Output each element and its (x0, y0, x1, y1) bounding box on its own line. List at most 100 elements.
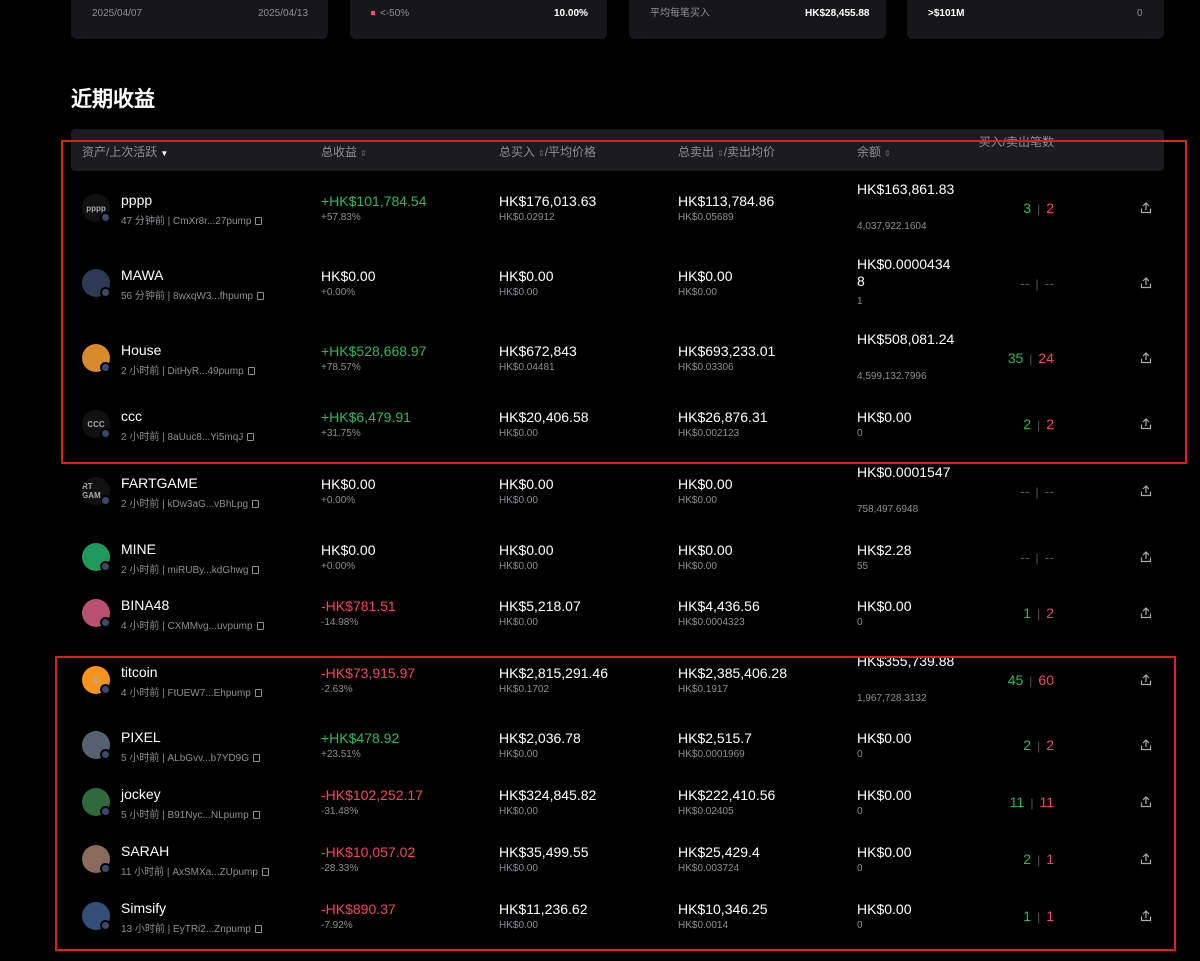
table-row[interactable]: PIXEL 5 小时前 | ALbGvv...b7YD9G +HK$478.92… (71, 715, 1164, 775)
share-icon[interactable] (1140, 853, 1152, 865)
token-name[interactable]: jockey (121, 786, 161, 802)
copy-icon[interactable] (247, 433, 255, 441)
table-row[interactable]: MINE 2 小时前 | miRUBy...kdGhwg HK$0.00 +0.… (71, 527, 1164, 587)
date-end: 2025/04/13 (258, 8, 309, 19)
avg-sell-price: HK$0.05689 (678, 212, 734, 223)
table-row[interactable]: jockey 5 小时前 | B91Nyc...NLpump -HK$102,2… (71, 772, 1164, 832)
token-name[interactable]: BINA48 (121, 597, 169, 613)
token-name[interactable]: FARTGAME (121, 475, 198, 491)
token-name[interactable]: PIXEL (121, 729, 161, 745)
share-icon[interactable] (1140, 674, 1152, 686)
market-cap-label: >$101M (928, 8, 965, 19)
balance: HK$0.00 (857, 844, 912, 860)
total-pnl: -HK$781.51 (321, 598, 396, 614)
total-bought: HK$5,218.07 (499, 598, 581, 614)
avg-sell-price: HK$0.002123 (678, 428, 740, 439)
trade-count: -- | -- (1020, 275, 1054, 291)
token-name[interactable]: MINE (121, 541, 156, 557)
table-row[interactable]: MAWA 56 分钟前 | 8wxqW3...fhpump HK$0.00 +0… (71, 253, 1164, 313)
sort-desc-icon: ▼ (160, 149, 169, 158)
trade-count: -- | -- (1020, 549, 1054, 565)
token-name[interactable]: pppp (121, 192, 152, 208)
copy-icon[interactable] (252, 566, 260, 574)
sell-count: 24 (1038, 350, 1054, 366)
copy-icon[interactable] (254, 925, 262, 933)
avg-buy-price: HK$0.00 (499, 428, 538, 439)
sell-count: 2 (1046, 200, 1054, 216)
balance: HK$0.00 (857, 901, 912, 917)
last-active: 5 小时前 | B91Nyc...NLpump (121, 806, 260, 821)
share-icon[interactable] (1140, 277, 1152, 289)
share-icon[interactable] (1140, 739, 1152, 751)
share-icon[interactable] (1140, 607, 1152, 619)
token-name[interactable]: ccc (121, 408, 142, 424)
buy-count: 1 (1023, 605, 1032, 621)
balance-amount: 4,599,132.7996 (857, 371, 927, 382)
table-row[interactable]: House 2 小时前 | DitHyR...49pump +HK$528,66… (71, 328, 1164, 388)
total-sold: HK$25,429.4 (678, 844, 760, 860)
table-row[interactable]: RT GAM FARTGAME 2 小时前 | kDw3aG...vBhLpg … (71, 461, 1164, 521)
copy-icon[interactable] (253, 754, 261, 762)
total-bought: HK$2,036.78 (499, 730, 581, 746)
table-row[interactable]: Simsify 13 小时前 | EyTRi2...Znpump -HK$890… (71, 886, 1164, 946)
balance-amount: 1,967,728.3132 (857, 693, 927, 704)
pnl-percent: +31.75% (321, 428, 361, 439)
total-sold: HK$0.00 (678, 542, 733, 558)
pnl-percent: +0.00% (321, 287, 356, 298)
chain-badge-icon (100, 287, 111, 298)
table-row[interactable]: SARAH 11 小时前 | AxSMXa...ZUpump -HK$10,05… (71, 829, 1164, 889)
total-sold: HK$10,346.25 (678, 901, 768, 917)
last-active: 13 小时前 | EyTRi2...Znpump (121, 920, 262, 935)
copy-icon[interactable] (261, 868, 269, 876)
token-name[interactable]: SARAH (121, 843, 169, 859)
token-name[interactable]: titcoin (121, 664, 158, 680)
share-icon[interactable] (1140, 551, 1152, 563)
header-pnl[interactable]: 总收益 ⇕ (321, 143, 367, 160)
total-bought: HK$0.00 (499, 268, 554, 284)
share-icon[interactable] (1140, 202, 1152, 214)
share-icon[interactable] (1140, 485, 1152, 497)
token-name[interactable]: MAWA (121, 267, 164, 283)
header-sold[interactable]: 总卖出 ⇕/卖出均价 (678, 143, 775, 160)
avg-buy-price: HK$0.04481 (499, 362, 555, 373)
last-active: 2 小时前 | kDw3aG...vBhLpg (121, 495, 260, 510)
copy-icon[interactable] (252, 811, 260, 819)
avg-buy-price: HK$0.00 (499, 920, 538, 931)
copy-icon[interactable] (256, 622, 264, 630)
sell-count: -- (1044, 275, 1054, 291)
token-name[interactable]: Simsify (121, 900, 166, 916)
chain-badge-icon (100, 561, 111, 572)
balance-amount: 0 (857, 806, 863, 817)
table-row[interactable]: pppp pppp 47 分钟前 | CmXr8r...27pump +HK$1… (71, 178, 1164, 238)
header-balance[interactable]: 余额 ⇕ (857, 143, 891, 160)
balance-amount: 758,497.6948 (857, 504, 919, 515)
chain-badge-icon (100, 806, 111, 817)
header-bought[interactable]: 总买入 ⇕/平均价格 (499, 143, 596, 160)
share-icon[interactable] (1140, 796, 1152, 808)
copy-icon[interactable] (257, 292, 265, 300)
date-start: 2025/04/07 (92, 8, 143, 19)
pnl-percent: +0.00% (321, 561, 356, 572)
avg-buy-price: HK$0.00 (499, 806, 538, 817)
pnl-percent: +78.57% (321, 362, 361, 373)
copy-icon[interactable] (252, 500, 260, 508)
avg-buy-price: HK$0.00 (499, 287, 538, 298)
share-icon[interactable] (1140, 418, 1152, 430)
sell-count: 1 (1046, 851, 1054, 867)
avg-sell-price: HK$0.02405 (678, 806, 734, 817)
share-icon[interactable] (1140, 910, 1152, 922)
copy-icon[interactable] (247, 367, 255, 375)
copy-icon[interactable] (255, 217, 263, 225)
sell-count: 60 (1038, 672, 1054, 688)
copy-icon[interactable] (254, 689, 262, 697)
share-icon[interactable] (1140, 352, 1152, 364)
token-name[interactable]: House (121, 342, 161, 358)
table-row[interactable]: ₿ titcoin 4 小时前 | FtUEW7...Ehpump -HK$73… (71, 650, 1164, 710)
sort-icon: ⇕ (360, 149, 367, 158)
table-row[interactable]: CCC ccc 2 小时前 | 8aUuc8...Yi5mqJ +HK$6,47… (71, 394, 1164, 454)
header-asset[interactable]: 资产/上次活跃 ▼ (82, 143, 168, 160)
distribution-label: <-50% (371, 8, 409, 19)
avg-sell-price: HK$0.0014 (678, 920, 729, 931)
table-row[interactable]: BINA48 4 小时前 | CXMMvg...uvpump -HK$781.5… (71, 583, 1164, 643)
balance-amount: 0 (857, 863, 863, 874)
